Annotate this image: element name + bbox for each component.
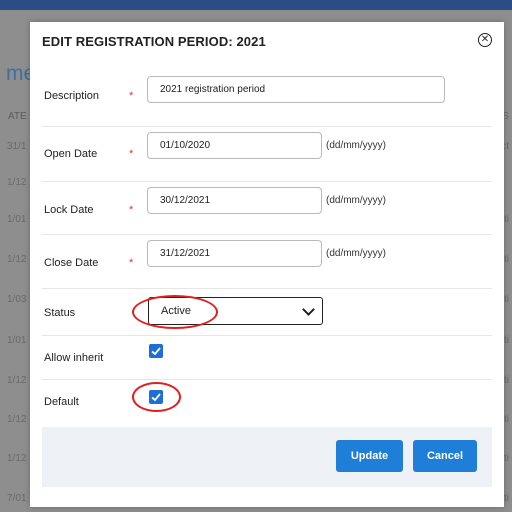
allow-inherit-checkbox[interactable] xyxy=(149,344,163,358)
annotation-circle xyxy=(132,295,218,329)
background-row-status: ti xyxy=(504,453,509,464)
edit-registration-period-dialog: EDIT REGISTRATION PERIOD: 2021 ✕ Descrip… xyxy=(30,22,504,507)
background-row-status: ti xyxy=(504,375,509,386)
description-label: Description xyxy=(44,90,100,102)
description-input[interactable]: 2021 registration period xyxy=(147,76,445,103)
dialog-footer: Update Cancel xyxy=(42,427,492,487)
update-button[interactable]: Update xyxy=(336,440,403,472)
background-row-date: 1/12 xyxy=(7,414,27,425)
background-row-status: ti xyxy=(504,414,509,425)
allow-inherit-label: Allow inherit xyxy=(44,352,104,364)
close-date-row: Close Date * 31/12/2021 (dd/mm/yyyy) xyxy=(42,234,492,289)
background-row-date: 1/12 xyxy=(7,254,27,265)
cancel-button[interactable]: Cancel xyxy=(413,440,477,472)
lock-date-input[interactable]: 30/12/2021 xyxy=(147,187,322,214)
chevron-down-icon xyxy=(302,303,315,316)
background-row-status: ti xyxy=(504,493,509,504)
open-date-input[interactable]: 01/10/2020 xyxy=(147,132,322,159)
close-date-label: Close Date xyxy=(44,257,99,269)
description-row: Description * 2021 registration period xyxy=(42,66,492,127)
background-row-status: ti xyxy=(504,214,509,225)
lock-date-row: Lock Date * 30/12/2021 (dd/mm/yyyy) xyxy=(42,181,492,235)
background-row-status: ti xyxy=(504,335,509,346)
background-row-date: 1/12 xyxy=(7,177,27,188)
default-row: Default xyxy=(42,379,492,427)
background-row-date: 1/03 xyxy=(7,294,27,305)
close-button[interactable]: ✕ xyxy=(478,33,492,47)
background-row-date: 1/12 xyxy=(7,453,27,464)
close-date-format-hint: (dd/mm/yyyy) xyxy=(326,248,386,259)
status-row: Status Active xyxy=(42,288,492,336)
background-row-date: 1/12 xyxy=(7,375,27,386)
allow-inherit-row: Allow inherit xyxy=(42,335,492,380)
dialog-title: EDIT REGISTRATION PERIOD: 2021 xyxy=(42,34,266,49)
background-row-date: 1/01 xyxy=(7,335,27,346)
lock-date-format-hint: (dd/mm/yyyy) xyxy=(326,195,386,206)
required-marker: * xyxy=(129,90,134,102)
required-marker: * xyxy=(129,204,134,216)
background-column-header: ATE xyxy=(8,111,27,122)
close-icon: ✕ xyxy=(480,34,490,45)
required-marker: * xyxy=(129,148,134,160)
lock-date-label: Lock Date xyxy=(44,204,94,216)
default-label: Default xyxy=(44,396,79,408)
checkmark-icon xyxy=(151,347,161,356)
app-header-bar xyxy=(0,0,512,10)
background-row-date: 1/01 xyxy=(7,214,27,225)
close-date-input[interactable]: 31/12/2021 xyxy=(147,240,322,267)
status-label: Status xyxy=(44,307,76,319)
required-marker: * xyxy=(129,257,134,269)
background-row-date: 7/01 xyxy=(7,493,27,504)
annotation-circle xyxy=(132,382,181,412)
open-date-row: Open Date * 01/10/2020 (dd/mm/yyyy) xyxy=(42,126,492,182)
background-row-status: ti xyxy=(504,294,509,305)
background-row-date: 31/1 xyxy=(7,141,27,152)
open-date-label: Open Date xyxy=(44,148,98,160)
open-date-format-hint: (dd/mm/yyyy) xyxy=(326,140,386,151)
background-row-status: ti xyxy=(504,254,509,265)
